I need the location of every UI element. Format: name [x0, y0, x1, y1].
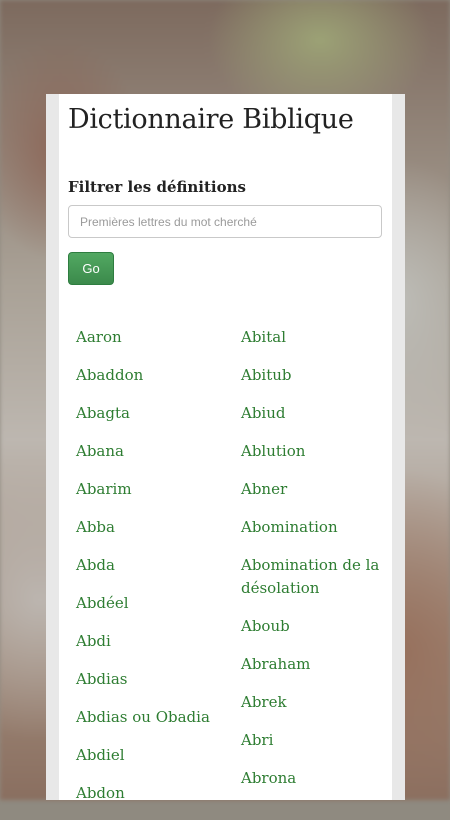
entry-link[interactable]: Ablution: [241, 440, 386, 463]
entry-link[interactable]: Abdiel: [76, 744, 236, 767]
entry-link[interactable]: Abomination de la désolation: [241, 554, 386, 600]
entry-link[interactable]: Abdon: [76, 782, 236, 805]
go-button[interactable]: Go: [68, 252, 114, 285]
entry-link[interactable]: Abitub: [241, 364, 386, 387]
page-title: Dictionnaire Biblique: [68, 104, 354, 135]
search-input[interactable]: [68, 205, 382, 238]
entries-column-left: Aaron Abaddon Abagta Abana Abarim Abba A…: [76, 326, 236, 820]
entry-link[interactable]: Abdéel: [76, 592, 236, 615]
entry-link[interactable]: Abba: [76, 516, 236, 539]
entry-link[interactable]: Abdi: [76, 630, 236, 653]
entry-link[interactable]: Abrek: [241, 691, 386, 714]
entry-link[interactable]: Abner: [241, 478, 386, 501]
entry-link[interactable]: Abrona: [241, 767, 386, 790]
entry-link[interactable]: Abdias: [76, 668, 236, 691]
entries-column-right: Abital Abitub Abiud Ablution Abner Abomi…: [241, 326, 386, 805]
entry-link[interactable]: Abarim: [76, 478, 236, 501]
entry-link[interactable]: Abdias ou Obadia: [76, 706, 236, 729]
entry-link[interactable]: Abana: [76, 440, 236, 463]
entry-link[interactable]: Abri: [241, 729, 386, 752]
entry-link[interactable]: Abraham: [241, 653, 386, 676]
entry-link[interactable]: Abiud: [241, 402, 386, 425]
filter-label: Filtrer les définitions: [68, 178, 246, 196]
entry-link[interactable]: Aaron: [76, 326, 236, 349]
entry-link[interactable]: Abomination: [241, 516, 386, 539]
entry-link[interactable]: Abda: [76, 554, 236, 577]
entry-link[interactable]: Abital: [241, 326, 386, 349]
entry-link[interactable]: Abagta: [76, 402, 236, 425]
entry-link[interactable]: Aboub: [241, 615, 386, 638]
entry-link[interactable]: Abaddon: [76, 364, 236, 387]
